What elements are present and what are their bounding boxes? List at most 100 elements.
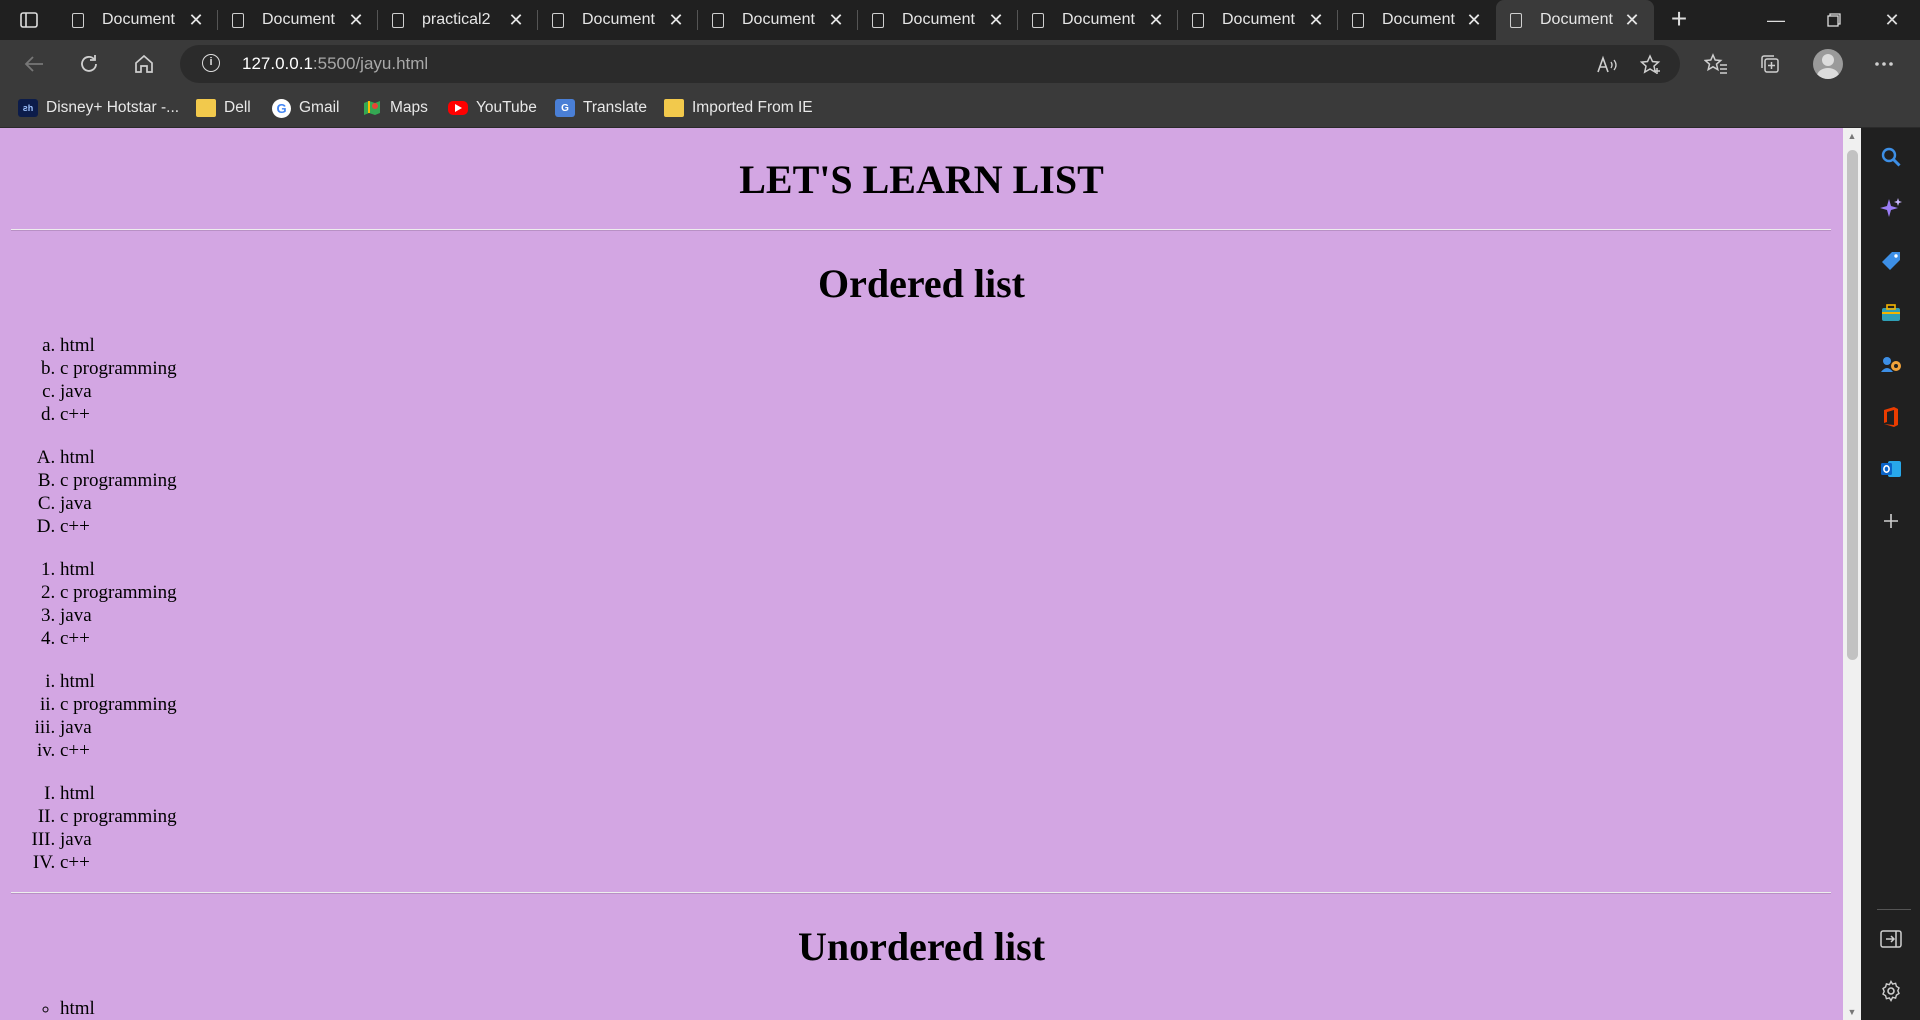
outlook-icon[interactable] — [1878, 456, 1904, 482]
list-item: c++ — [60, 515, 177, 538]
bookmark-hotstar[interactable]: ƨh Disney+ Hotstar -... — [18, 96, 179, 120]
search-icon[interactable] — [1878, 144, 1904, 170]
favorites-icon[interactable] — [1700, 48, 1732, 80]
list-item: java — [60, 828, 177, 851]
close-tab-icon[interactable]: ✕ — [824, 10, 848, 31]
tab-label: Document — [902, 11, 975, 28]
url-text[interactable]: 127.0.0.1:5500/jayu.html — [242, 54, 428, 74]
read-aloud-icon[interactable] — [1594, 52, 1620, 78]
bookmark-label: Dell — [224, 99, 251, 116]
close-tab-icon[interactable]: ✕ — [1144, 10, 1168, 31]
page-scrollbar[interactable]: ▲ ▼ — [1843, 128, 1861, 1020]
tab-actions-menu-icon[interactable] — [12, 8, 46, 32]
address-bar[interactable]: i 127.0.0.1:5500/jayu.html — [180, 45, 1680, 83]
list-item: c++ — [60, 851, 177, 874]
tab-label: Document — [1382, 11, 1455, 28]
document-icon — [72, 12, 84, 28]
tab-6[interactable]: Document ✕ — [858, 0, 1018, 40]
minimize-button[interactable]: — — [1748, 0, 1804, 40]
scrollbar-thumb[interactable] — [1847, 150, 1858, 660]
list-item: html — [60, 334, 177, 357]
tab-label: Document — [262, 11, 335, 28]
ordered-list-upper-alpha: html c programming java c++ — [0, 446, 177, 538]
ordered-list-lower-alpha: html c programming java c++ — [0, 334, 177, 426]
close-tab-icon[interactable]: ✕ — [664, 10, 688, 31]
list-item: c++ — [60, 403, 177, 426]
bookmark-youtube[interactable]: YouTube — [448, 96, 537, 120]
bookmark-label: YouTube — [476, 99, 537, 116]
ordered-list-lower-roman: html c programming java c++ — [0, 670, 177, 762]
collections-icon[interactable] — [1754, 48, 1786, 80]
tab-label: Document — [742, 11, 815, 28]
tab-2[interactable]: Document ✕ — [218, 0, 378, 40]
tab-strip: Document ✕ Document ✕ practical2 ✕ Docum… — [0, 0, 1920, 40]
tab-10-active[interactable]: Document ✕ — [1496, 0, 1654, 40]
list-item: c programming — [60, 581, 177, 604]
bookmark-label: Maps — [390, 99, 428, 116]
close-tab-icon[interactable]: ✕ — [1462, 10, 1486, 31]
more-options-icon[interactable] — [1868, 48, 1900, 80]
site-info-icon[interactable]: i — [202, 54, 220, 72]
tab-4[interactable]: Document ✕ — [538, 0, 698, 40]
copilot-sparkle-icon[interactable] — [1878, 196, 1904, 222]
url-host: 127.0.0.1 — [242, 54, 313, 73]
back-arrow-icon[interactable] — [18, 48, 50, 80]
refresh-icon[interactable] — [73, 48, 105, 80]
tab-3[interactable]: practical2 ✕ — [378, 0, 538, 40]
folder-icon — [196, 99, 216, 117]
document-icon — [392, 12, 404, 28]
games-icon[interactable] — [1878, 352, 1904, 378]
document-icon — [552, 12, 564, 28]
bookmark-dell[interactable]: Dell — [196, 96, 251, 120]
settings-gear-icon[interactable] — [1878, 978, 1904, 1004]
office-icon[interactable] — [1878, 404, 1904, 430]
close-tab-icon[interactable]: ✕ — [184, 10, 208, 31]
list-item: c++ — [60, 627, 177, 650]
close-tab-icon[interactable]: ✕ — [344, 10, 368, 31]
translate-icon: G — [555, 99, 575, 117]
tab-5[interactable]: Document ✕ — [698, 0, 858, 40]
close-tab-icon[interactable]: ✕ — [984, 10, 1008, 31]
home-icon[interactable] — [128, 48, 160, 80]
tab-7[interactable]: Document ✕ — [1018, 0, 1178, 40]
hide-sidebar-icon[interactable] — [1878, 926, 1904, 952]
scroll-down-arrow-icon[interactable]: ▼ — [1843, 1004, 1861, 1020]
list-item: html — [60, 670, 177, 693]
unordered-list-circle: html — [0, 997, 95, 1020]
list-item: java — [60, 604, 177, 627]
bookmark-maps[interactable]: Maps — [362, 96, 428, 120]
page-title: LET'S LEARN LIST — [739, 157, 1104, 202]
page-viewport: LET'S LEARN LIST Ordered list html c pro… — [0, 128, 1844, 1020]
tab-8[interactable]: Document ✕ — [1178, 0, 1338, 40]
add-sidebar-app-icon[interactable] — [1878, 508, 1904, 534]
list-item: c programming — [60, 805, 177, 828]
document-icon — [712, 12, 724, 28]
list-item: html — [60, 558, 177, 581]
shopping-tag-icon[interactable] — [1878, 248, 1904, 274]
tab-label: Document — [1540, 11, 1613, 28]
url-path: :5500/jayu.html — [312, 54, 429, 73]
document-icon — [872, 12, 884, 28]
bookmark-translate[interactable]: G Translate — [555, 96, 647, 120]
horizontal-rule — [11, 229, 1831, 231]
close-tab-icon[interactable]: ✕ — [1304, 10, 1328, 31]
document-icon — [1510, 12, 1522, 28]
add-favorite-icon[interactable] — [1638, 52, 1664, 78]
restore-button[interactable] — [1806, 0, 1862, 40]
tab-1[interactable]: Document ✕ — [58, 0, 218, 40]
bookmark-gmail[interactable]: G Gmail — [272, 96, 339, 120]
close-tab-icon[interactable]: ✕ — [504, 10, 528, 31]
ordered-list-heading: Ordered list — [817, 261, 1025, 306]
list-item: c programming — [60, 357, 177, 380]
close-window-button[interactable]: ✕ — [1864, 0, 1920, 40]
list-item: java — [60, 492, 177, 515]
tools-briefcase-icon[interactable] — [1878, 300, 1904, 326]
new-tab-button[interactable]: + — [1664, 4, 1694, 34]
maps-icon — [362, 99, 382, 117]
close-tab-icon[interactable]: ✕ — [1620, 10, 1644, 31]
scroll-up-arrow-icon[interactable]: ▲ — [1843, 128, 1861, 144]
profile-avatar[interactable] — [1813, 49, 1843, 79]
tab-9[interactable]: Document ✕ — [1338, 0, 1496, 40]
bookmark-imported-from-ie[interactable]: Imported From IE — [664, 96, 813, 120]
navigation-bar: i 127.0.0.1:5500/jayu.html — [0, 40, 1920, 88]
